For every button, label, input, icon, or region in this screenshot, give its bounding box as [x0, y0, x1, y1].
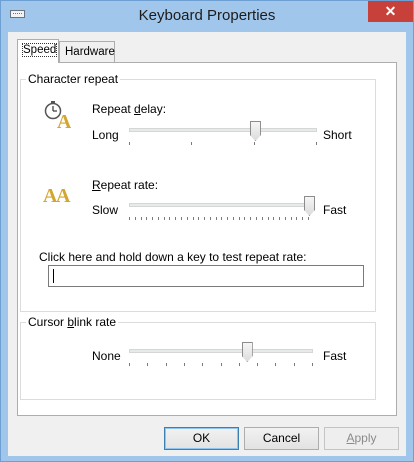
slider-tick [220, 363, 222, 366]
double-letter-a-icon: A A [43, 185, 71, 206]
slider-tick [191, 142, 193, 145]
slider-tick [157, 217, 159, 220]
slider-tick [284, 217, 286, 220]
repeat-rate-max-label: Fast [323, 203, 347, 217]
clock-letter-a-icon: A [44, 101, 71, 130]
slider-tick [140, 217, 142, 220]
cursor-blink-group: Cursor blink rate None Fast [20, 315, 376, 400]
slider-tick [227, 217, 229, 220]
close-icon: ✕ [384, 3, 397, 19]
slider-tick [215, 217, 217, 220]
slider-tick [261, 217, 263, 220]
repeat-test-input[interactable] [48, 265, 364, 287]
slider-tick [302, 217, 304, 220]
slider-tick [250, 217, 252, 220]
test-repeat-label: Click here and hold down a key to test r… [39, 250, 307, 264]
slider-tick [129, 363, 130, 366]
slider-tick [257, 363, 259, 366]
window-title: Keyboard Properties [138, 7, 276, 24]
slider-thumb[interactable] [249, 121, 261, 141]
slider-tick [238, 363, 240, 366]
slider-tick [232, 217, 234, 220]
slider-tick [209, 217, 211, 220]
repeat-rate-label: Repeat rate: [92, 178, 159, 192]
slider-tick [312, 363, 313, 366]
tab-speed-label: Speed [21, 43, 58, 57]
slider-track [129, 203, 309, 207]
slider-tick [198, 217, 200, 220]
slider-tick [204, 217, 206, 220]
dialog-client-area: Hardware Speed Character repeat A Repeat… [8, 32, 406, 456]
slider-tick [165, 363, 167, 366]
text-caret [53, 269, 54, 283]
slider-thumb[interactable] [304, 196, 315, 216]
tab-hardware-label: Hardware [65, 46, 115, 58]
svg-text:A: A [57, 111, 71, 130]
slider-tick [253, 142, 255, 145]
slider-tick [163, 217, 165, 220]
slider-tick [273, 217, 275, 220]
slider-ticks [129, 142, 317, 147]
slider-tick [183, 363, 185, 366]
slider-tick [202, 363, 204, 366]
slider-tick [169, 217, 171, 220]
slider-tick [238, 217, 240, 220]
repeat-rate-slider[interactable] [129, 196, 315, 224]
apply-button[interactable]: Apply [324, 427, 399, 450]
slider-tick [186, 217, 188, 220]
slider-tick [129, 217, 130, 220]
cancel-button[interactable]: Cancel [244, 427, 319, 450]
slider-tick [279, 217, 281, 220]
slider-ticks [129, 363, 313, 368]
slider-tick [316, 142, 317, 145]
character-repeat-legend: Character repeat [26, 72, 121, 86]
slider-tick [293, 363, 295, 366]
slider-tick [129, 142, 130, 145]
tab-hardware[interactable]: Hardware [59, 41, 115, 62]
slider-tick [308, 217, 309, 220]
title-bar[interactable]: Keyboard Properties ✕ [1, 1, 413, 32]
blink-rate-max-label: Fast [323, 349, 347, 363]
slider-tick [147, 363, 149, 366]
dialog-window: Keyboard Properties ✕ Hardware Speed Cha… [0, 0, 414, 462]
slider-tick [290, 217, 292, 220]
tab-speed[interactable]: Speed [17, 39, 59, 63]
slider-tick [152, 217, 154, 220]
cursor-blink-slider[interactable] [129, 342, 313, 370]
repeat-delay-slider[interactable] [129, 121, 317, 149]
svg-text:A: A [56, 185, 71, 206]
slider-thumb[interactable] [241, 342, 253, 362]
slider-tick [175, 217, 177, 220]
cursor-blink-legend: Cursor blink rate [26, 315, 119, 329]
repeat-delay-min-label: Long [92, 128, 119, 142]
slider-track [129, 128, 317, 132]
slider-track [129, 349, 313, 353]
slider-tick [192, 217, 194, 220]
slider-tick [244, 217, 246, 220]
close-button[interactable]: ✕ [368, 1, 413, 22]
slider-tick [134, 217, 136, 220]
slider-ticks [129, 217, 309, 222]
slider-tick [296, 217, 298, 220]
ok-button[interactable]: OK [164, 427, 239, 450]
slider-tick [146, 217, 148, 220]
slider-tick [221, 217, 223, 220]
slider-tick [256, 217, 258, 220]
blink-rate-min-label: None [92, 349, 121, 363]
repeat-delay-label: Repeat delay: [92, 102, 167, 116]
slider-tick [275, 363, 277, 366]
repeat-rate-min-label: Slow [92, 203, 119, 217]
slider-tick [267, 217, 269, 220]
repeat-delay-max-label: Short [323, 128, 352, 142]
slider-tick [180, 217, 182, 220]
